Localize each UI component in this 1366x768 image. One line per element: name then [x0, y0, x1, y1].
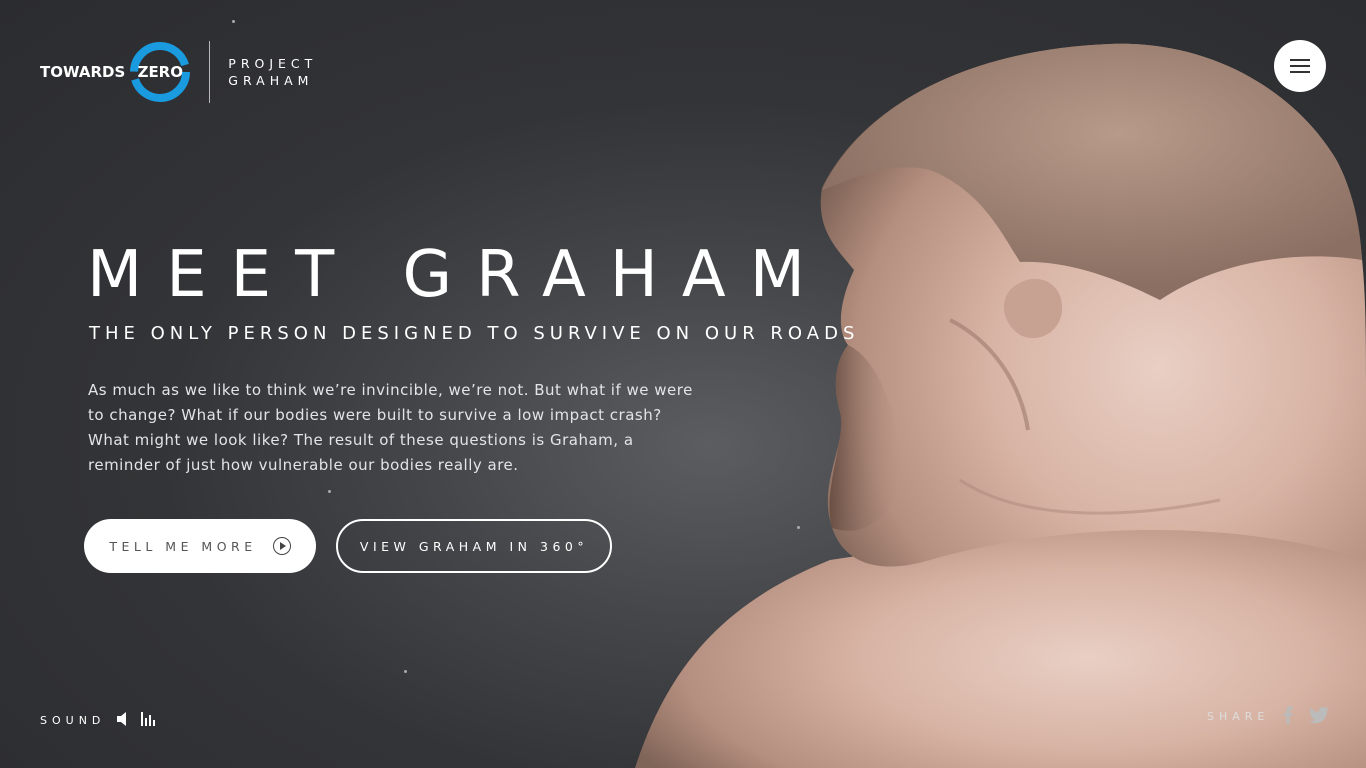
project-line-2: GRAHAM: [228, 73, 314, 88]
view-360-label: VIEW GRAHAM IN 360°: [359, 538, 589, 554]
logo-word-zero: ZERO: [137, 63, 183, 81]
dust-speck: [797, 526, 800, 529]
zero-ring-logo: ZERO: [129, 41, 191, 103]
tell-me-more-button[interactable]: TELL ME MORE: [84, 519, 316, 573]
play-circle-icon: [272, 537, 291, 555]
hero-body-text: As much as we like to think we’re invinc…: [88, 381, 693, 474]
sound-toggle[interactable]: SOUND: [40, 712, 157, 729]
logo-word-towards: TOWARDS: [40, 63, 126, 81]
twitter-icon[interactable]: [1309, 707, 1330, 726]
dust-speck: [328, 490, 331, 493]
view-graham-360-button[interactable]: VIEW GRAHAM IN 360°: [336, 519, 612, 573]
hero-title: MEET GRAHAM: [87, 238, 829, 312]
project-line-1: PROJECT: [228, 56, 318, 71]
facebook-icon[interactable]: [1283, 706, 1293, 727]
dust-speck: [232, 20, 235, 23]
equalizer-bars-icon[interactable]: [141, 712, 157, 729]
project-graham-label: PROJECT GRAHAM: [228, 55, 317, 89]
towards-zero-logo[interactable]: TOWARDS ZERO PROJECT GRAHAM: [40, 40, 317, 104]
sound-label: SOUND: [40, 714, 106, 727]
logo-divider: [209, 41, 211, 103]
speaker-icon[interactable]: [117, 712, 129, 729]
share-label: SHARE: [1207, 710, 1270, 723]
dust-speck: [404, 670, 407, 673]
graham-figure-image: [635, 43, 1366, 768]
share-bar: SHARE: [1207, 706, 1330, 727]
hero-subtitle: THE ONLY PERSON DESIGNED TO SURVIVE ON O…: [89, 323, 860, 344]
tell-me-more-label: TELL ME MORE: [109, 538, 257, 554]
